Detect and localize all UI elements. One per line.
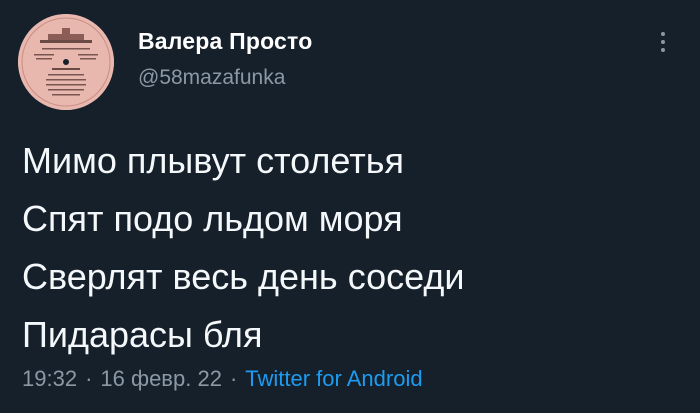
more-options-icon[interactable] xyxy=(656,32,670,64)
tweet-date[interactable]: 16 февр. 22 xyxy=(100,366,222,391)
tweet-line: Мимо плывут столетья xyxy=(22,140,404,181)
user-handle[interactable]: @58mazafunka xyxy=(138,66,285,90)
tweet-line: Сверлят весь день соседи xyxy=(22,256,465,297)
tweet-line: Спят подо льдом моря xyxy=(22,198,403,239)
tweet-metadata: 19:32 · 16 февр. 22 · Twitter for Android xyxy=(22,366,423,392)
tweet-line: Пидарасы бля xyxy=(22,314,263,355)
vinyl-record-label-icon xyxy=(18,14,114,110)
display-name[interactable]: Валера Просто xyxy=(138,28,312,55)
avatar[interactable] xyxy=(18,14,114,110)
meta-separator: · xyxy=(85,366,93,391)
tweet-card: Валера Просто @58mazafunka Мимо плывут с… xyxy=(0,0,700,413)
tweet-text: Мимо плывут столетья Спят подо льдом мор… xyxy=(22,132,464,364)
meta-separator: · xyxy=(229,366,238,391)
tweet-time[interactable]: 19:32 xyxy=(22,366,77,391)
tweet-source-link[interactable]: Twitter for Android xyxy=(245,366,422,391)
